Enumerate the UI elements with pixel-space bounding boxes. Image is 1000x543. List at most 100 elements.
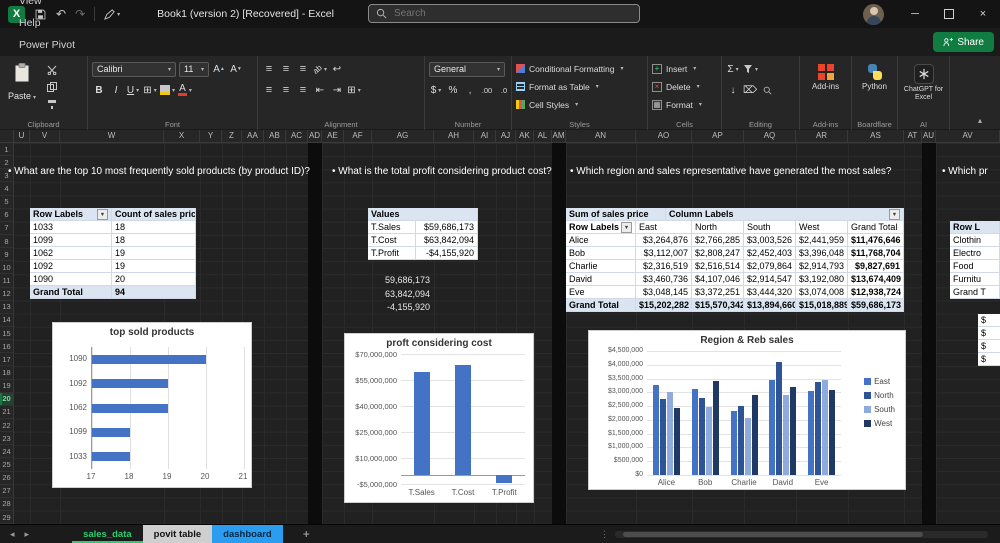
pivot-cell[interactable]: Row L [950, 221, 1000, 234]
pivot-cell[interactable]: $4,107,046 [692, 273, 744, 286]
font-size-select[interactable]: 11▾ [179, 62, 209, 77]
bar-south-david[interactable] [783, 395, 789, 475]
increase-decimal-button[interactable]: .00 [480, 83, 494, 98]
search-input[interactable] [392, 7, 596, 20]
pivot-cell[interactable]: $15,202,282 [636, 299, 692, 312]
row-header-15[interactable]: 15 [0, 327, 13, 340]
pivot-cell[interactable]: T.Sales [368, 221, 416, 234]
column-header-AU[interactable]: AU [922, 130, 936, 142]
chatgpt-button[interactable]: ChatGPT for Excel [902, 60, 945, 102]
row-header-5[interactable]: 5 [0, 196, 13, 209]
bar-north-alice[interactable] [660, 399, 666, 475]
fill-down-icon[interactable]: ↓ [726, 83, 740, 98]
copy-icon[interactable] [44, 81, 60, 93]
pivot-cell[interactable]: Grand Total [30, 286, 112, 299]
pivot-cell[interactable]: Grand Total [848, 221, 904, 234]
insert-cells-button[interactable]: +Insert▾ [652, 60, 717, 77]
column-header-V[interactable]: V [30, 130, 60, 142]
user-avatar[interactable] [863, 4, 884, 25]
collapse-ribbon-icon[interactable]: ▴ [978, 116, 982, 125]
pivot-cell[interactable]: $2,766,285 [692, 234, 744, 247]
bar-east-david[interactable] [769, 380, 775, 475]
row-header-20[interactable]: 20 [0, 393, 13, 406]
align-right-button[interactable]: ≡ [296, 83, 310, 98]
row-header-14[interactable]: 14 [0, 314, 13, 327]
pivot-cell[interactable]: Column Labels▼ [666, 208, 904, 221]
sheet-tab-sales_data[interactable]: sales_data [72, 525, 143, 543]
bar-north-charlie[interactable] [738, 406, 744, 475]
pivot-cell[interactable]: $15,018,889 [796, 299, 848, 312]
pivot-cell[interactable]: 1092 [30, 260, 112, 273]
pivot-cell[interactable]: 19 [112, 247, 196, 260]
paste-button[interactable]: Paste▾ [4, 60, 40, 117]
bar-south-bob[interactable] [706, 407, 712, 475]
column-header-AA[interactable]: AA [242, 130, 264, 142]
pivot-cell[interactable]: $3,264,876 [636, 234, 692, 247]
search-box[interactable] [368, 4, 640, 23]
pivot-cell[interactable]: $3,396,048 [796, 247, 848, 260]
column-header-AL[interactable]: AL [534, 130, 552, 142]
row-header-13[interactable]: 13 [0, 301, 13, 314]
column-header-AV[interactable]: AV [936, 130, 1000, 142]
underline-button[interactable]: U▾ [126, 83, 140, 98]
bar-west-eve[interactable] [829, 390, 835, 475]
pen-icon[interactable]: ▾ [104, 9, 120, 20]
share-button[interactable]: Share [933, 32, 994, 52]
pivot-cell[interactable]: $11,768,704 [848, 247, 904, 260]
grow-font-button[interactable]: A▲ [212, 62, 226, 77]
align-middle-button[interactable]: ≡ [279, 62, 293, 77]
column-header-AB[interactable]: AB [264, 130, 286, 142]
pivot-cell[interactable]: West [796, 221, 848, 234]
bar-south-charlie[interactable] [745, 418, 751, 475]
question-2[interactable]: • What is the total profit considering p… [332, 166, 552, 177]
pivot-cell[interactable]: South [744, 221, 796, 234]
column-header-W[interactable]: W [60, 130, 164, 142]
row-header-23[interactable]: 23 [0, 432, 13, 445]
format-as-table-button[interactable]: Format as Table▾ [516, 78, 643, 95]
align-bottom-button[interactable]: ≡ [296, 62, 310, 77]
column-header-U[interactable]: U [14, 130, 30, 142]
row-header-21[interactable]: 21 [0, 406, 13, 419]
pivot-cell[interactable]: $2,316,519 [636, 260, 692, 273]
pivot-cell[interactable]: $3,192,080 [796, 273, 848, 286]
pivot-cell[interactable]: North [692, 221, 744, 234]
pivot-cell[interactable]: Eve [566, 286, 636, 299]
pivot-cell[interactable]: East [636, 221, 692, 234]
row-header-17[interactable]: 17 [0, 353, 13, 366]
pivot-cell[interactable]: David [566, 273, 636, 286]
borders-button[interactable]: ⊞▾ [143, 83, 157, 98]
horizontal-scrollbar[interactable] [615, 531, 988, 538]
find-select-icon[interactable] [760, 83, 774, 98]
partial-cell-value[interactable]: $ [978, 353, 1000, 366]
bar-1099[interactable] [92, 428, 130, 437]
pivot-cell[interactable]: 1062 [30, 247, 112, 260]
row-header-9[interactable]: 9 [0, 248, 13, 261]
pivot-cell[interactable]: $2,441,959 [796, 234, 848, 247]
row-header-26[interactable]: 26 [0, 472, 13, 485]
column-header-AR[interactable]: AR [796, 130, 848, 142]
pivot-cell[interactable]: $15,570,342 [692, 299, 744, 312]
menu-tab-help[interactable]: Help [8, 12, 89, 34]
decrease-decimal-button[interactable]: .0 [497, 83, 511, 98]
column-header-AC[interactable]: AC [286, 130, 308, 142]
decrease-indent-icon[interactable]: ⇤ [313, 83, 327, 98]
pivot-cell[interactable]: $3,372,251 [692, 286, 744, 299]
column-header-AT[interactable]: AT [904, 130, 922, 142]
format-painter-icon[interactable] [44, 98, 60, 110]
bar-T.Sales[interactable] [414, 372, 430, 475]
merge-center-button[interactable]: ⊞▾ [347, 83, 361, 98]
pivot-cell[interactable]: Bob [566, 247, 636, 260]
row-header-4[interactable]: 4 [0, 182, 13, 195]
bar-1033[interactable] [92, 452, 130, 461]
row-header-8[interactable]: 8 [0, 235, 13, 248]
autosum-button[interactable]: Σ▾ [726, 62, 740, 77]
column-header-AN[interactable]: AN [566, 130, 636, 142]
bar-1062[interactable] [92, 404, 168, 413]
prev-sheet-icon[interactable]: ◂ [5, 529, 20, 540]
column-header-AP[interactable]: AP [692, 130, 744, 142]
chart-profit-considering-cost[interactable]: proft considering cost $70,000,000$55,00… [344, 333, 534, 503]
row-header-19[interactable]: 19 [0, 380, 13, 393]
pivot-cell[interactable]: $3,460,736 [636, 273, 692, 286]
shrink-font-button[interactable]: A▼ [229, 62, 243, 77]
pivot-cell[interactable]: Count of sales price [112, 208, 196, 221]
